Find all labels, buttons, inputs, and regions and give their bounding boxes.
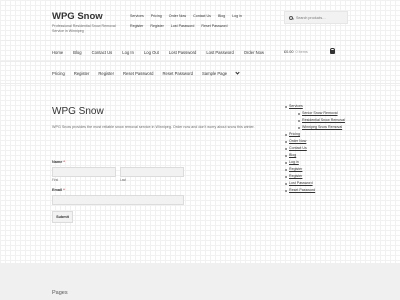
page-intro: WPG Snow provides the most reliable snow… bbox=[52, 125, 255, 129]
secondary-nav-item[interactable]: Reset Password bbox=[123, 71, 154, 76]
top-nav-item[interactable]: Lost Password bbox=[171, 24, 195, 28]
sidebar-item[interactable]: Blog bbox=[285, 152, 345, 159]
secondary-nav: Pricing Register Register Reset Password… bbox=[52, 70, 248, 76]
name-label-text: Name bbox=[52, 160, 63, 164]
last-name-field[interactable] bbox=[120, 167, 184, 177]
chevron-down-icon[interactable] bbox=[235, 70, 240, 75]
secondary-nav-item[interactable]: Reset Password bbox=[163, 71, 194, 76]
nav-divider bbox=[0, 61, 400, 62]
cart-link[interactable]: £0.00 0 items bbox=[284, 48, 336, 54]
search-input[interactable]: Search products… bbox=[284, 11, 348, 24]
top-nav-item[interactable]: Contact Us bbox=[193, 14, 211, 18]
top-nav-item[interactable]: Log in bbox=[232, 14, 242, 18]
top-nav: Services Pricing Order Now Contact Us Bl… bbox=[130, 14, 282, 34]
primary-nav-item[interactable]: Lost Password bbox=[169, 50, 196, 55]
site-description: Professional Residential Snow Removal Se… bbox=[52, 24, 116, 33]
primary-nav-item[interactable]: Log Out bbox=[144, 50, 159, 55]
top-nav-item[interactable]: Order Now bbox=[169, 14, 186, 18]
required-mark: * bbox=[63, 160, 65, 164]
top-nav-item[interactable]: Reset Password bbox=[201, 24, 227, 28]
primary-nav-item[interactable]: Lost Password bbox=[206, 50, 233, 55]
search-icon bbox=[289, 15, 293, 20]
top-nav-row-1: Services Pricing Order Now Contact Us Bl… bbox=[130, 14, 282, 18]
primary-nav-item[interactable]: Home bbox=[52, 50, 63, 55]
secondary-nav-item[interactable]: Pricing bbox=[52, 71, 65, 76]
top-nav-item[interactable]: Register bbox=[130, 24, 143, 28]
top-nav-item[interactable]: Services bbox=[130, 14, 144, 18]
first-name-field[interactable] bbox=[52, 167, 116, 177]
sidebar-item[interactable]: Contact Us bbox=[285, 145, 345, 152]
page-title: WPG Snow bbox=[52, 106, 104, 117]
top-nav-item[interactable]: Register bbox=[150, 24, 163, 28]
sidebar-item[interactable]: Register bbox=[285, 166, 345, 173]
name-label: Name * bbox=[52, 160, 65, 164]
sidebar-pages: Services Senior Snow Removal Residential… bbox=[285, 103, 345, 194]
submit-button[interactable]: Submit bbox=[52, 211, 73, 223]
sidebar-item[interactable]: Reset Password bbox=[285, 187, 345, 194]
secondary-nav-item[interactable]: Register bbox=[98, 71, 114, 76]
sidebar-item[interactable]: Services bbox=[285, 103, 345, 110]
footer-widget-title: Pages bbox=[52, 290, 68, 296]
primary-nav-item[interactable]: Log In bbox=[122, 50, 134, 55]
sidebar-item[interactable]: Lost Password bbox=[285, 180, 345, 187]
first-name-sublabel: First bbox=[52, 178, 59, 182]
top-nav-item[interactable]: Blog bbox=[218, 14, 225, 18]
sidebar-subitem[interactable]: Winnipeg Snow Removal bbox=[289, 124, 345, 131]
site-title[interactable]: WPG Snow bbox=[52, 11, 103, 22]
last-name-sublabel: Last bbox=[120, 178, 127, 182]
primary-nav: Home Blog Contact Us Log In Log Out Lost… bbox=[52, 50, 274, 55]
sidebar-item[interactable]: Log in bbox=[285, 159, 345, 166]
email-label: Email * bbox=[52, 188, 65, 192]
header-divider bbox=[0, 40, 400, 41]
primary-nav-item[interactable]: Order Now bbox=[244, 50, 264, 55]
cart-count: 0 items bbox=[295, 50, 308, 54]
primary-nav-item[interactable]: Contact Us bbox=[92, 50, 113, 55]
sidebar-subitem[interactable]: Senior Snow Removal bbox=[289, 110, 345, 117]
primary-nav-item[interactable]: Blog bbox=[73, 50, 81, 55]
sidebar-item[interactable]: Register bbox=[285, 173, 345, 180]
top-nav-row-2: Register Register Lost Password Reset Pa… bbox=[130, 24, 282, 28]
email-label-text: Email bbox=[52, 188, 63, 192]
secondary-nav-item[interactable]: Register bbox=[74, 71, 90, 76]
sidebar-item[interactable]: Pricing bbox=[285, 131, 345, 138]
sidebar-item[interactable]: Order Now bbox=[285, 138, 345, 145]
required-mark: * bbox=[63, 188, 65, 192]
subnav-divider bbox=[0, 83, 400, 84]
top-nav-item[interactable]: Pricing bbox=[151, 14, 162, 18]
sidebar-subitem[interactable]: Residential Snow Removal bbox=[289, 117, 345, 124]
search-placeholder: Search products… bbox=[296, 15, 326, 20]
basket-icon bbox=[329, 48, 336, 54]
cart-amount: £0.00 bbox=[284, 50, 294, 54]
email-field[interactable] bbox=[52, 195, 184, 205]
secondary-nav-item[interactable]: Sample Page bbox=[202, 71, 227, 76]
